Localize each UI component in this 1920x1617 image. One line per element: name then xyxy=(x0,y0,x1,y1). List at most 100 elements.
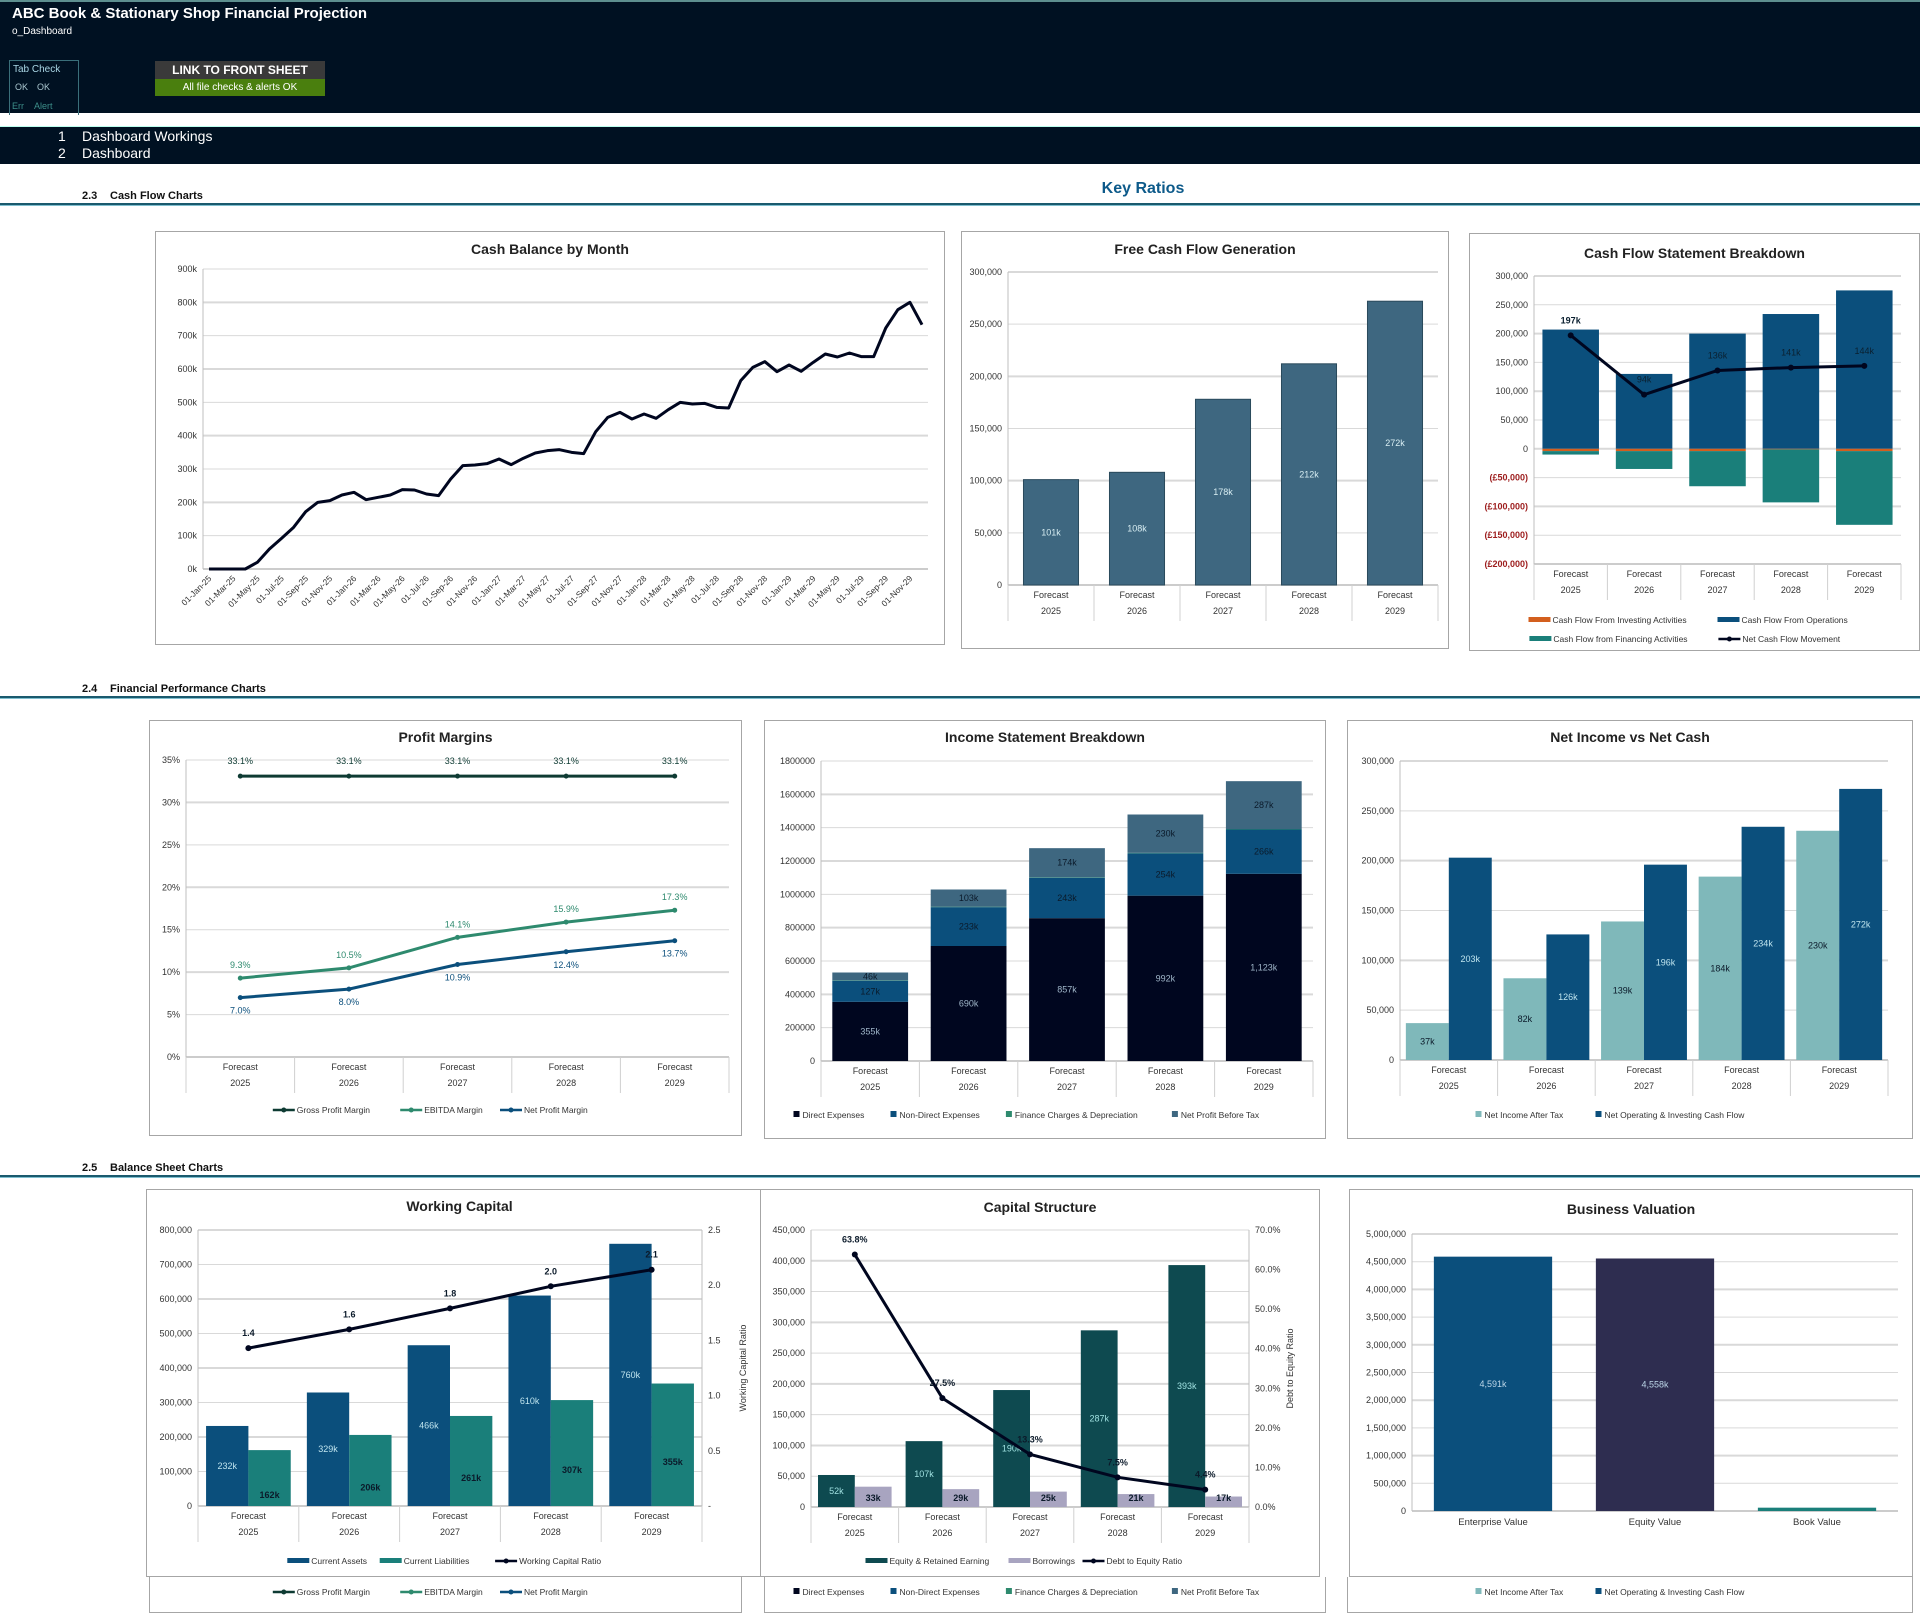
ratio-point xyxy=(447,1305,453,1311)
chart-net-income-vs-cash[interactable]: Net Income vs Net Cash050,000100,000150,… xyxy=(1347,720,1913,1139)
point-gross-profit-margin xyxy=(672,774,677,779)
legend-swatch xyxy=(1529,636,1551,641)
legend-label: Cash Flow From Operations xyxy=(1742,615,1848,625)
y-tick-label: 0 xyxy=(800,1502,805,1512)
chart-title: Working Capital xyxy=(406,1198,512,1214)
tab-check-alert-label: Alert xyxy=(34,101,53,111)
y2-tick-label: 0.0% xyxy=(1255,1502,1276,1512)
data-label: 14.1% xyxy=(445,919,471,929)
data-label: 9.3% xyxy=(230,960,251,970)
y-tick-label: 50,000 xyxy=(1500,415,1528,425)
x-tick-label: Forecast xyxy=(837,1512,873,1522)
y-tick-label: 100k xyxy=(177,531,197,541)
x-tick-label: Forecast xyxy=(432,1511,468,1521)
x-tick-label: Forecast xyxy=(1012,1512,1048,1522)
data-label: 107k xyxy=(914,1469,934,1479)
legend-label: Gross Profit Margin xyxy=(297,1105,370,1115)
nav-item-dashboard[interactable]: 2Dashboard xyxy=(58,145,151,161)
section-number: 2.5 xyxy=(82,1162,110,1174)
x-tick-label: Forecast xyxy=(231,1511,267,1521)
data-label: 33.1% xyxy=(553,756,579,766)
legend-label: Net Profit Margin xyxy=(524,1587,588,1597)
data-label: 27.5% xyxy=(930,1378,956,1388)
y-tick-label: 50,000 xyxy=(777,1471,805,1481)
x-tick-label: Forecast xyxy=(1724,1065,1760,1075)
section-number: 2.4 xyxy=(82,683,110,695)
data-label: 287k xyxy=(1089,1414,1109,1424)
data-label: 46k xyxy=(863,971,878,981)
y-tick-label: 200000 xyxy=(785,1023,815,1033)
y2-tick-label: 2.0 xyxy=(708,1280,721,1290)
sheet-navigation: 1Dashboard Workings 2Dashboard xyxy=(0,126,1920,164)
y-tick-label: 800,000 xyxy=(159,1225,192,1235)
x-tick-label: 2026 xyxy=(339,1078,359,1088)
chart-cash-flow-statement[interactable]: Cash Flow Statement Breakdown(£200,000)(… xyxy=(1469,233,1920,651)
data-label: 2.0 xyxy=(545,1266,558,1276)
y-tick-label: (£150,000) xyxy=(1484,530,1528,540)
y-tick-label: 600000 xyxy=(785,956,815,966)
y-tick-label: 25% xyxy=(162,840,180,850)
x-tick-label: Forecast xyxy=(1049,1066,1085,1076)
x-tick-label: 2027 xyxy=(1213,606,1233,616)
y-tick-label: 500,000 xyxy=(159,1329,192,1339)
legend-dot xyxy=(1091,1559,1096,1564)
data-label: 206k xyxy=(360,1482,381,1492)
chart-free-cash-flow[interactable]: Free Cash Flow Generation050,000100,0001… xyxy=(961,231,1449,649)
data-label: 7.5% xyxy=(1107,1457,1128,1467)
chart-cash-balance-by-month[interactable]: Cash Balance by Month0k100k200k300k400k5… xyxy=(155,231,945,645)
chart-title: Cash Flow Statement Breakdown xyxy=(1584,245,1805,261)
legend-label: Finance Charges & Depreciation xyxy=(1015,1110,1138,1120)
data-label: 33.1% xyxy=(662,756,688,766)
chart-svg: Capital Structure050,000100,000150,00020… xyxy=(761,1190,1319,1576)
ratio-point xyxy=(1027,1451,1033,1457)
data-label: 17.3% xyxy=(662,892,688,902)
data-label: 254k xyxy=(1156,870,1176,880)
chart-profit-margins[interactable]: Profit Margins0%5%10%15%20%25%30%35%Fore… xyxy=(149,720,742,1136)
x-tick-label: Forecast xyxy=(1205,590,1241,600)
legend-swatch xyxy=(794,1588,800,1594)
bar-operations-2028 xyxy=(1763,314,1820,449)
chart-svg: Cash Flow Statement Breakdown(£200,000)(… xyxy=(1470,234,1919,650)
legend-label: Non-Direct Expenses xyxy=(900,1110,980,1120)
data-label: 174k xyxy=(1057,858,1077,868)
legend-item-working-capital-ratio: Working Capital Ratio xyxy=(495,1556,601,1566)
data-label: 63.8% xyxy=(842,1235,868,1245)
chart-capital-structure[interactable]: Capital Structure050,000100,000150,00020… xyxy=(760,1189,1320,1577)
data-label: 21k xyxy=(1128,1493,1144,1503)
bar-current-liabilities-2027 xyxy=(450,1416,492,1506)
bar-finance-charges-depreciation-2028 xyxy=(1128,853,1204,854)
y-tick-label: 700k xyxy=(177,331,197,341)
legend-swatch xyxy=(866,1558,888,1563)
data-label: 144k xyxy=(1855,346,1875,356)
x-tick-label: 2029 xyxy=(1385,606,1405,616)
legend-label: EBITDA Margin xyxy=(424,1587,483,1597)
data-label: 272k xyxy=(1385,438,1405,448)
legend-item-net-profit-before-tax: Net Profit Before Tax xyxy=(1172,1110,1260,1120)
chart-business-valuation[interactable]: Business Valuation0500,0001,000,0001,500… xyxy=(1349,1189,1913,1577)
legend-item-net-profit-margin: Net Profit Margin xyxy=(500,1105,588,1115)
data-label: 13.7% xyxy=(662,949,688,959)
data-label: 857k xyxy=(1057,985,1077,995)
chart-working-capital[interactable]: Working Capital0100,000200,000300,000400… xyxy=(146,1189,773,1577)
x-tick-label: 2028 xyxy=(1108,1528,1128,1538)
y-tick-label: 100,000 xyxy=(1495,386,1528,396)
legend-item-net-income-after-tax: Net Income After Tax xyxy=(1476,1587,1564,1597)
net-cash-flow-point xyxy=(1641,392,1647,398)
legend-label: Cash Flow from Financing Activities xyxy=(1553,634,1687,644)
chart-title: Net Income vs Net Cash xyxy=(1550,729,1710,745)
link-to-front-sheet-button[interactable]: LINK TO FRONT SHEET xyxy=(155,61,325,79)
chart-title: Capital Structure xyxy=(984,1199,1097,1215)
bar-operations-2026 xyxy=(1616,374,1673,449)
chart-income-statement[interactable]: Income Statement Breakdown02000004000006… xyxy=(764,720,1326,1139)
y-tick-label: 400k xyxy=(177,431,197,441)
legend-strip-income-statement: Direct ExpensesNon-Direct ExpensesFinanc… xyxy=(764,1577,1326,1613)
nav-item-dashboard-workings[interactable]: 1Dashboard Workings xyxy=(58,128,212,144)
x-tick-label: 2028 xyxy=(1299,606,1319,616)
data-label: 1,123k xyxy=(1250,962,1278,972)
legend-dot xyxy=(1727,637,1732,642)
bar-finance-charges-depreciation-2026 xyxy=(931,907,1007,908)
legend-swatch xyxy=(1476,1588,1482,1594)
legend-item-non-direct-expenses: Non-Direct Expenses xyxy=(891,1587,980,1597)
data-label: 203k xyxy=(1461,954,1481,964)
x-tick-label: 2029 xyxy=(1195,1528,1215,1538)
